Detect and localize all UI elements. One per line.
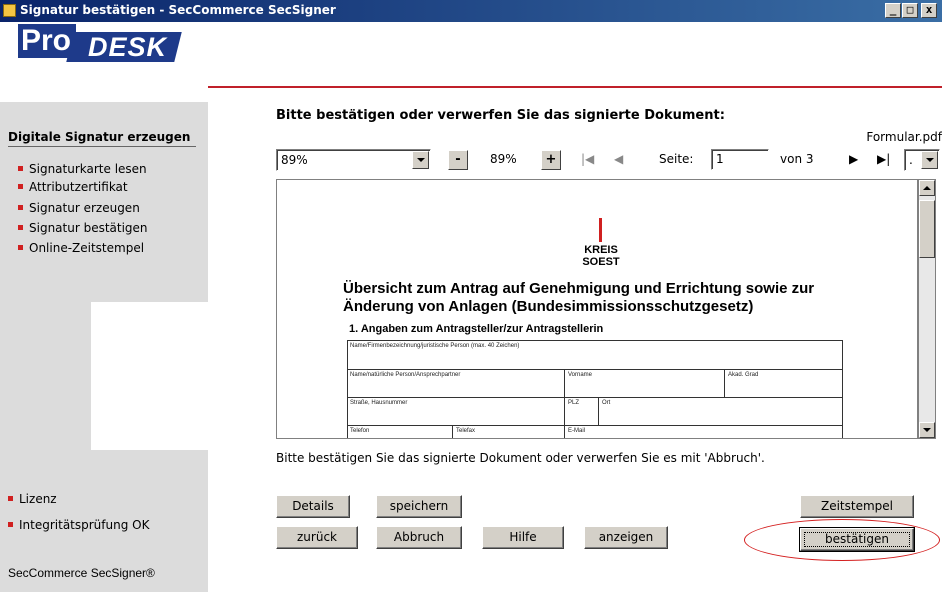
form-divider (598, 397, 599, 425)
sidebar-brand: SecCommerce SecSigner® (8, 566, 155, 580)
minimize-button[interactable]: _ (885, 3, 901, 18)
details-button[interactable]: Details (276, 495, 350, 518)
back-button[interactable]: zurück (276, 526, 358, 549)
viewer-toolbar: 89% - 89% + |◀ ◀ Seite: 1 von 3 ▶ ▶| . (276, 149, 942, 175)
sidebar-item-label: Attributzertifikat (29, 180, 128, 194)
zoom-in-button[interactable]: + (541, 150, 561, 170)
sidebar-item-label: Online-Zeitstempel (29, 241, 145, 255)
sidebar-item-label: Lizenz (19, 492, 57, 506)
logo-line-2: SOEST (582, 256, 620, 268)
zoom-out-button[interactable]: - (448, 150, 468, 170)
sidebar-item-signaturkarte-lesen[interactable]: Signaturkarte lesen (18, 162, 147, 176)
bullet-icon (8, 496, 13, 501)
document-viewer[interactable]: KREIS SOEST Übersicht zum Antrag auf Gen… (276, 179, 918, 439)
sidebar-item-label: Signatur erzeugen (29, 201, 140, 215)
page-count: von 3 (780, 152, 814, 166)
applicant-form-table: Name/Firmenbezeichnung/juristische Perso… (347, 340, 843, 438)
help-button[interactable]: Hilfe (482, 526, 564, 549)
title-bar[interactable]: Signatur bestätigen - SecCommerce SecSig… (0, 0, 942, 22)
sidebar-image-placeholder (91, 302, 208, 450)
form-divider (564, 369, 565, 438)
bullet-icon (18, 205, 23, 210)
form-divider (348, 397, 842, 398)
form-label: E-Mail (568, 428, 586, 434)
sidebar-item-lizenz[interactable]: Lizenz (8, 492, 57, 506)
logo-pro-text: Pro (18, 24, 76, 58)
prodesk-logo: Pro DESK (18, 24, 198, 82)
logo-line-1: KREIS (584, 244, 618, 256)
kreis-soest-logo-mark (599, 218, 602, 242)
sidebar: Digitale Signatur erzeugen Signaturkarte… (0, 90, 208, 592)
bullet-icon (18, 225, 23, 230)
first-page-icon[interactable]: |◀ (581, 152, 594, 166)
form-label: Name/natürliche Person/Ansprechpartner (350, 372, 461, 378)
bullet-icon (8, 522, 13, 527)
sidebar-item-label: Signatur bestätigen (29, 221, 148, 235)
chevron-down-icon[interactable] (921, 151, 938, 169)
window-title: Signatur bestätigen - SecCommerce SecSig… (20, 3, 336, 17)
maximize-button[interactable]: □ (902, 3, 918, 18)
form-label: PLZ (568, 400, 580, 406)
highlight-ellipse (744, 519, 940, 561)
form-label: Telefax (456, 428, 476, 434)
extra-select[interactable]: . (904, 149, 940, 171)
form-label: Ort (602, 400, 611, 406)
cancel-button[interactable]: Abbruch (376, 526, 462, 549)
document-subheading: 1. Angaben zum Antragsteller/zur Antrags… (349, 323, 604, 335)
close-button[interactable]: x (921, 3, 937, 18)
show-button[interactable]: anzeigen (584, 526, 668, 549)
sidebar-item-attributzertifikat[interactable]: Attributzertifikat (18, 180, 128, 194)
prev-page-icon[interactable]: ◀ (614, 152, 623, 166)
java-app-icon (3, 4, 16, 17)
logo-desk-text: DESK (88, 32, 168, 62)
scroll-down-icon[interactable] (919, 422, 935, 438)
kreis-soest-logo-text: KREIS SOEST (575, 244, 627, 268)
sidebar-item-integritaetspruefung[interactable]: Integritätsprüfung OK (8, 518, 149, 532)
next-page-icon[interactable]: ▶ (849, 152, 858, 166)
zoom-value: 89% (490, 152, 517, 166)
page-label: Seite: (659, 152, 694, 166)
zoom-select-value: 89% (281, 153, 308, 167)
save-button[interactable]: speichern (376, 495, 462, 518)
bullet-icon (18, 245, 23, 250)
form-label: Akad. Grad (728, 372, 759, 378)
scroll-up-icon[interactable] (919, 180, 935, 196)
document-scrollbar[interactable] (918, 179, 936, 439)
header-divider (208, 86, 942, 88)
sidebar-heading: Digitale Signatur erzeugen (8, 130, 191, 144)
form-divider (452, 425, 453, 438)
scroll-thumb[interactable] (919, 200, 935, 258)
form-divider (724, 369, 725, 397)
form-label: Telefon (350, 428, 370, 434)
chevron-down-icon[interactable] (412, 151, 429, 169)
sidebar-item-signatur-bestaetigen[interactable]: Signatur bestätigen (18, 221, 148, 235)
bullet-icon (18, 166, 23, 171)
sidebar-item-online-zeitstempel[interactable]: Online-Zeitstempel (18, 241, 144, 255)
file-name: Formular.pdf (866, 130, 942, 144)
form-divider (348, 369, 842, 370)
extra-select-value: . (909, 153, 913, 167)
sidebar-top-gap (0, 90, 208, 102)
sidebar-item-signatur-erzeugen[interactable]: Signatur erzeugen (18, 201, 140, 215)
sidebar-item-label: Signaturkarte lesen (29, 162, 147, 176)
page-title: Bitte bestätigen oder verwerfen Sie das … (276, 108, 725, 123)
form-label: Straße, Hausnummer (350, 400, 408, 406)
last-page-icon[interactable]: ▶| (877, 152, 890, 166)
form-label: Vorname (568, 372, 593, 378)
bullet-icon (18, 184, 23, 189)
zoom-select[interactable]: 89% (276, 149, 431, 171)
timestamp-button[interactable]: Zeitstempel (800, 495, 914, 518)
form-label: Name/Firmenbezeichnung/juristische Perso… (350, 343, 520, 349)
document-title: Übersicht zum Antrag auf Genehmigung und… (343, 280, 815, 315)
secsigner-window: Signatur bestätigen - SecCommerce SecSig… (0, 0, 942, 592)
sidebar-item-label: Integritätsprüfung OK (19, 518, 150, 532)
form-divider (348, 425, 842, 426)
page-number-input[interactable]: 1 (711, 149, 769, 170)
sidebar-heading-rule (8, 146, 196, 147)
status-message: Bitte bestätigen Sie das signierte Dokum… (276, 451, 765, 465)
